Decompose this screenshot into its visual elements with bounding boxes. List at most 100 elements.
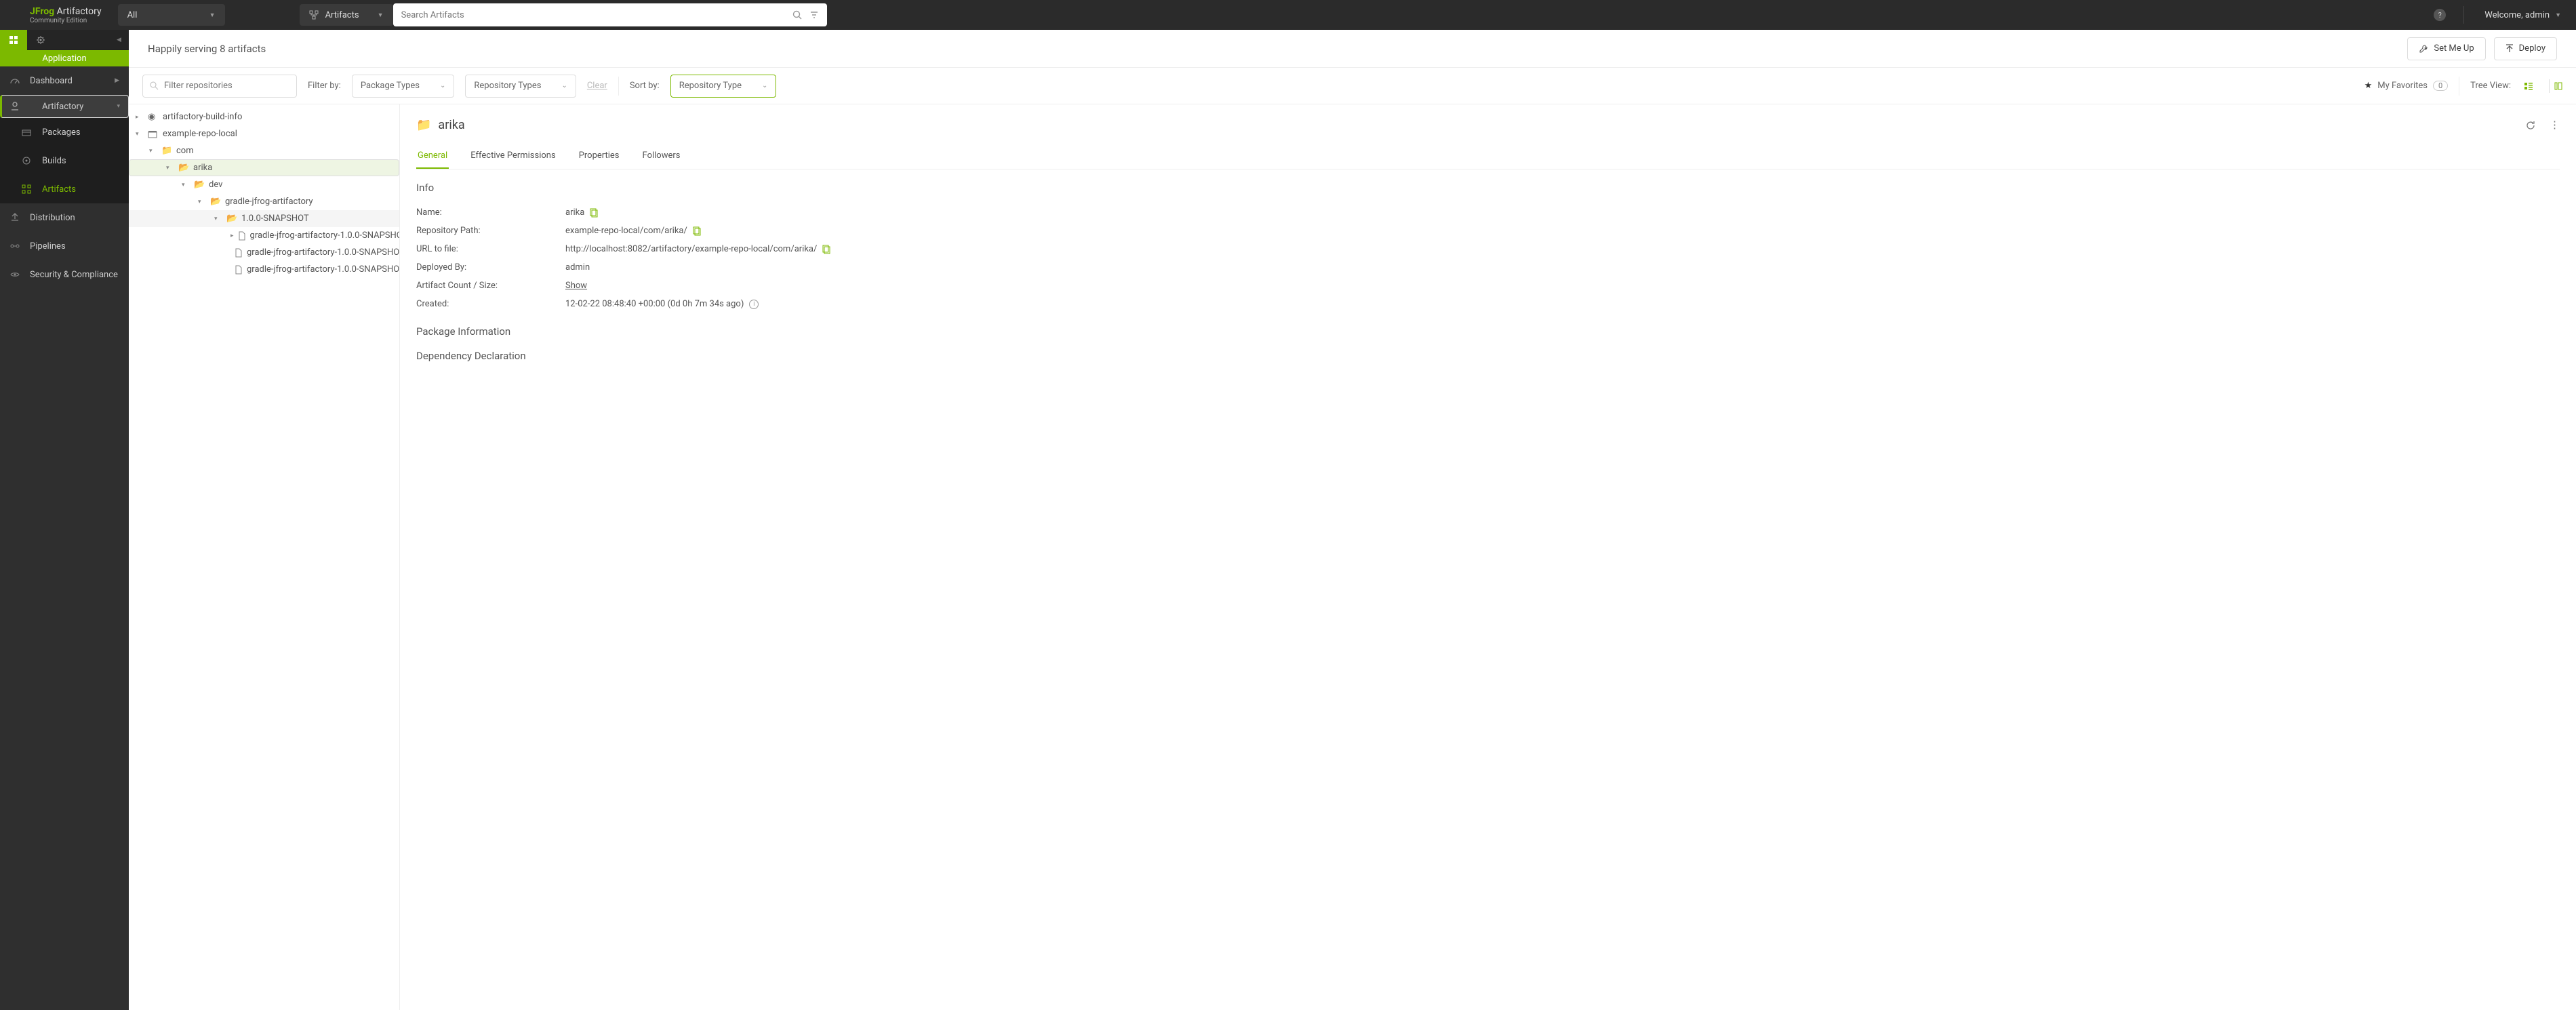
filter-repositories-box: [142, 75, 297, 98]
tree-view-expanded-icon[interactable]: [2549, 79, 2562, 93]
repository-types-select[interactable]: Repository Types ⌄: [465, 75, 576, 98]
help-icon[interactable]: ?: [2434, 9, 2446, 21]
section-package-title: Package Information: [416, 325, 2560, 338]
filter-repositories-input[interactable]: [164, 81, 289, 91]
tab-general[interactable]: General: [416, 144, 449, 169]
tree-node[interactable]: ▸ gradle-jfrog-artifactory-1.0.0-SNAPSHO…: [129, 227, 399, 244]
tree-node[interactable]: ▾ example-repo-local: [129, 125, 399, 142]
sidebar-item-distribution[interactable]: Distribution: [0, 203, 129, 232]
copy-icon[interactable]: [822, 245, 830, 254]
sidebar: ◀ Application Dashboard ▶ Artifactory ▾ …: [0, 30, 129, 1010]
artifactory-icon: [9, 101, 22, 112]
tree-node[interactable]: ▾ 📂 gradle-jfrog-artifactory: [129, 193, 399, 210]
select-label: Repository Type: [679, 81, 742, 91]
show-link[interactable]: Show: [565, 281, 587, 291]
chevron-down-icon: ▾: [182, 182, 190, 188]
info-row-created: Created: 12-02-22 08:48:40 +00:00 (0d 0h…: [416, 295, 2560, 313]
sidebar-item-label: Packages: [42, 127, 81, 138]
tree-node[interactable]: gradle-jfrog-artifactory-1.0.0-SNAPSHOT.…: [129, 261, 399, 278]
info-value: admin: [565, 262, 590, 272]
main-header: Happily serving 8 artifacts Set Me Up De…: [129, 30, 2576, 68]
tree-node-selected[interactable]: ▾ 📂 arika: [129, 159, 399, 176]
mode-app-icon[interactable]: [0, 30, 27, 50]
copy-icon[interactable]: [693, 226, 701, 236]
my-favorites[interactable]: ★ My Favorites 0: [2364, 81, 2449, 91]
tree-view-label: Tree View:: [2470, 81, 2511, 91]
tree-node[interactable]: ▾ 📁 com: [129, 142, 399, 159]
search-input[interactable]: [401, 10, 786, 20]
tree-icon: [309, 10, 319, 20]
caret-down-icon: ▼: [378, 12, 384, 19]
set-me-up-button[interactable]: Set Me Up: [2407, 37, 2485, 60]
tree-node[interactable]: gradle-jfrog-artifactory-1.0.0-SNAPSHOT.…: [129, 244, 399, 261]
search-scope-dropdown[interactable]: Artifacts ▼: [300, 4, 393, 26]
sidebar-item-label: Security & Compliance: [30, 270, 118, 280]
sidebar-item-artifacts[interactable]: Artifacts: [0, 175, 129, 203]
gauge-icon: [9, 75, 22, 86]
tab-properties[interactable]: Properties: [578, 144, 621, 169]
sidebar-item-label: Dashboard: [30, 76, 73, 86]
tab-permissions[interactable]: Effective Permissions: [469, 144, 557, 169]
select-label: Repository Types: [474, 81, 541, 91]
chevron-right-icon: ▸: [136, 114, 144, 121]
tree-node[interactable]: ▸ ◉ artifactory-build-info: [129, 108, 399, 125]
deploy-button[interactable]: Deploy: [2494, 37, 2557, 60]
sort-select[interactable]: Repository Type ⌄: [670, 75, 777, 98]
upload-icon: [2505, 44, 2514, 54]
tab-followers[interactable]: Followers: [641, 144, 682, 169]
caret-down-icon: ▼: [2555, 12, 2561, 19]
chevron-down-icon: ⌄: [762, 82, 767, 89]
folder-icon: 📁: [161, 146, 172, 156]
info-value[interactable]: http://localhost:8082/artifactory/exampl…: [565, 244, 817, 254]
search-icon[interactable]: [792, 10, 803, 20]
mode-admin-icon[interactable]: [27, 30, 54, 50]
wrench-icon: [2419, 44, 2428, 54]
distribution-icon: [9, 212, 22, 223]
scope-dropdown[interactable]: All ▼: [118, 4, 225, 26]
chevron-down-icon: ▾: [214, 216, 222, 222]
tree-node-label: gradle-jfrog-artifactory-1.0.0-SNAPSHOT.…: [247, 247, 400, 258]
favorites-count: 0: [2433, 81, 2448, 91]
sidebar-item-security[interactable]: Security & Compliance: [0, 260, 129, 289]
info-value: arika: [565, 207, 584, 218]
tree-node[interactable]: ▾ 📂 1.0.0-SNAPSHOT: [129, 210, 399, 227]
info-key: Artifact Count / Size:: [416, 281, 565, 291]
sidebar-item-packages[interactable]: Packages: [0, 118, 129, 146]
info-key: Repository Path:: [416, 226, 565, 236]
copy-icon[interactable]: [590, 208, 598, 218]
sidebar-item-label: Builds: [42, 156, 66, 166]
file-icon: [235, 265, 243, 275]
sidebar-item-label: Artifactory: [42, 102, 83, 112]
more-icon[interactable]: ⋮: [2550, 119, 2560, 131]
filter-by-label: Filter by:: [308, 81, 341, 91]
tree-node-label: gradle-jfrog-artifactory-1.0.0-SNAPSHOT.…: [250, 230, 400, 241]
tree-node-label: dev: [209, 180, 222, 190]
filter-icon[interactable]: [809, 10, 819, 20]
tree-view-compact-icon[interactable]: [2522, 79, 2535, 93]
refresh-icon[interactable]: [2526, 120, 2536, 130]
package-types-select[interactable]: Package Types ⌄: [352, 75, 455, 98]
clear-button[interactable]: Clear: [587, 81, 607, 91]
sidebar-item-dashboard[interactable]: Dashboard ▶: [0, 66, 129, 95]
sidebar-item-builds[interactable]: Builds: [0, 146, 129, 175]
tree-node-label: com: [176, 146, 194, 156]
tree-node[interactable]: ▾ 📂 dev: [129, 176, 399, 193]
sidebar-item-pipelines[interactable]: Pipelines: [0, 232, 129, 260]
select-label: Package Types: [361, 81, 420, 91]
chevron-down-icon: ▾: [149, 148, 157, 155]
sidebar-item-label: Artifacts: [42, 184, 76, 195]
info-icon[interactable]: i: [749, 300, 759, 309]
pipelines-icon: [9, 241, 22, 251]
collapse-sidebar-icon[interactable]: ◀: [117, 37, 129, 43]
info-row-deployed-by: Deployed By: admin: [416, 258, 2560, 277]
sidebar-item-artifactory[interactable]: Artifactory ▾: [0, 95, 129, 118]
folder-icon: 📁: [416, 118, 431, 132]
tree-node-label: gradle-jfrog-artifactory-1.0.0-SNAPSHOT.…: [247, 264, 400, 275]
sidebar-item-label: Distribution: [30, 213, 75, 223]
chevron-down-icon: ▾: [166, 165, 174, 171]
user-menu[interactable]: Welcome, admin ▼: [2470, 10, 2576, 20]
chevron-right-icon: ▶: [115, 77, 119, 84]
chevron-right-icon: ▸: [230, 233, 234, 239]
my-favorites-label: My Favorites: [2377, 81, 2428, 91]
info-value: example-repo-local/com/arika/: [565, 226, 687, 236]
